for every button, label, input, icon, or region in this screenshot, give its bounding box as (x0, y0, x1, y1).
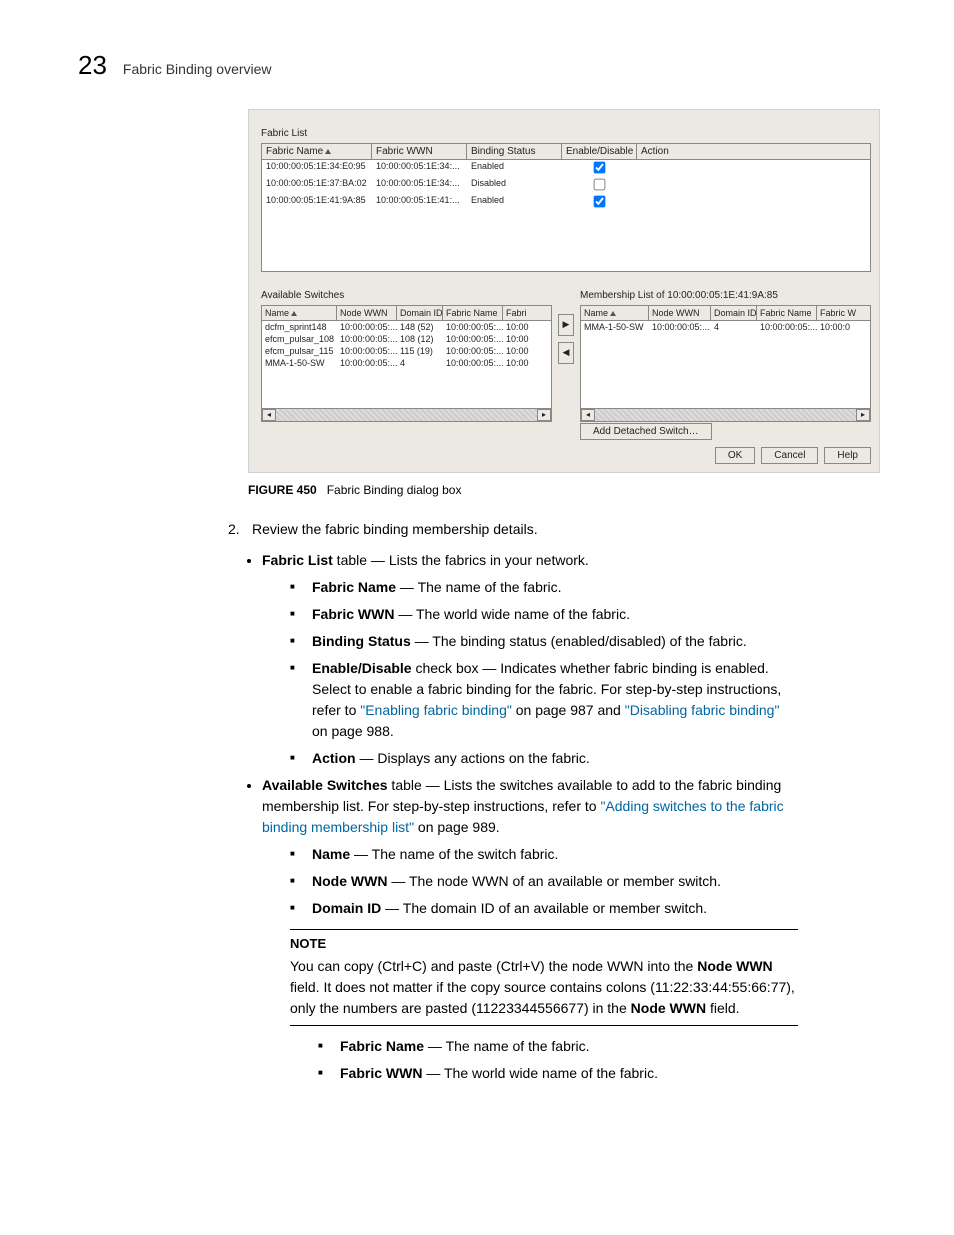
fabric-binding-dialog-screenshot: Fabric List Fabric Name Fabric WWN Bindi… (248, 109, 880, 473)
table-row[interactable]: 10:00:00:05:1E:37:BA:02 10:00:00:05:1E:3… (262, 177, 870, 194)
table-row[interactable]: efcm_pulsar_11510:00:00:05:...115 (19)10… (262, 345, 551, 357)
note-block: NOTE You can copy (Ctrl+C) and paste (Ct… (290, 929, 798, 1026)
figure-caption: FIGURE 450Fabric Binding dialog box (248, 483, 876, 497)
move-right-button[interactable]: ▶ (558, 314, 574, 336)
table-row[interactable]: 10:00:00:05:1E:34:E0:95 10:00:00:05:1E:3… (262, 160, 870, 177)
fabric-list-label: Fabric List (261, 128, 871, 139)
list-item: Enable/Disable check box — Indicates whe… (290, 658, 798, 742)
link-disabling-fabric-binding[interactable]: "Disabling fabric binding" (625, 702, 780, 718)
table-row[interactable]: MMA-1-50-SW10:00:00:05:...410:00:00:05:.… (581, 321, 870, 333)
list-item: Domain ID — The domain ID of an availabl… (290, 898, 798, 919)
add-detached-switch-button[interactable]: Add Detached Switch… (580, 423, 712, 440)
page-number: 23 (78, 50, 107, 81)
step-2: 2. Review the fabric binding membership … (228, 519, 798, 540)
table-row[interactable]: dcfm_sprint14810:00:00:05:...148 (52)10:… (262, 321, 551, 333)
section-title: Fabric Binding overview (123, 61, 272, 77)
list-item: Fabric WWN — The world wide name of the … (318, 1063, 798, 1084)
fabric-list-headers: Fabric Name Fabric WWN Binding Status En… (261, 143, 871, 160)
enable-checkbox[interactable] (594, 196, 606, 208)
list-item: Fabric Name — The name of the fabric. (290, 577, 798, 598)
horizontal-scrollbar[interactable]: ◂▸ (581, 408, 870, 421)
enable-checkbox[interactable] (594, 179, 606, 191)
list-item: Fabric Name — The name of the fabric. (318, 1036, 798, 1057)
table-row[interactable]: efcm_pulsar_10810:00:00:05:...108 (12)10… (262, 333, 551, 345)
move-left-button[interactable]: ◀ (558, 342, 574, 364)
body-content: 2. Review the fabric binding membership … (228, 519, 798, 1084)
sort-asc-icon (291, 311, 297, 316)
list-item: Fabric WWN — The world wide name of the … (290, 604, 798, 625)
list-item: Fabric List table — Lists the fabrics in… (262, 550, 798, 769)
table-row[interactable]: 10:00:00:05:1E:41:9A:85 10:00:00:05:1E:4… (262, 194, 870, 211)
horizontal-scrollbar[interactable]: ◂▸ (262, 408, 551, 421)
sort-asc-icon (325, 149, 331, 154)
available-switches-label: Available Switches (261, 290, 552, 301)
available-switches-table: Name Node WWN Domain ID Fabric Name Fabr… (261, 305, 552, 422)
cancel-button[interactable]: Cancel (761, 447, 818, 464)
list-item: Node WWN — The node WWN of an available … (290, 871, 798, 892)
fabric-list-body: 10:00:00:05:1E:34:E0:95 10:00:00:05:1E:3… (261, 160, 871, 272)
ok-button[interactable]: OK (715, 447, 755, 464)
list-item: Action — Displays any actions on the fab… (290, 748, 798, 769)
membership-list-label: Membership List of 10:00:00:05:1E:41:9A:… (580, 290, 871, 301)
page-header: 23 Fabric Binding overview (78, 50, 876, 81)
link-enabling-fabric-binding[interactable]: "Enabling fabric binding" (360, 702, 512, 718)
membership-list-table: Name Node WWN Domain ID Fabric Name Fabr… (580, 305, 871, 422)
list-item: Available Switches table — Lists the swi… (262, 775, 798, 919)
enable-checkbox[interactable] (594, 162, 606, 174)
list-item: Binding Status — The binding status (ena… (290, 631, 798, 652)
sort-asc-icon (610, 311, 616, 316)
help-button[interactable]: Help (824, 447, 871, 464)
list-item: Name — The name of the switch fabric. (290, 844, 798, 865)
table-row[interactable]: MMA-1-50-SW10:00:00:05:...410:00:00:05:.… (262, 357, 551, 369)
